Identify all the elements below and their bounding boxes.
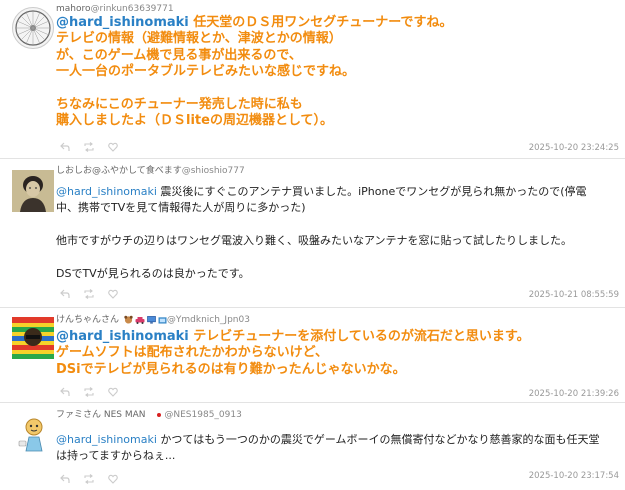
vintage-portrait-photo (12, 170, 54, 212)
post-text: @hard_ishinomaki テレビチューナーを添付しているのが流石だと思い… (56, 329, 530, 377)
mention-link[interactable]: @hard_ishinomaki (56, 433, 157, 446)
post-header: しおしお@ふやかして食べます@shioshio777 (56, 163, 245, 176)
post-text: @hard_ishinomaki 任天堂のＤＳ用ワンセグチューナーですね。 テレ… (56, 15, 453, 129)
author-name[interactable]: mahoro (56, 4, 91, 14)
striped-character-avatar (12, 317, 54, 359)
author-handle[interactable]: @NES1985_0913 (164, 410, 241, 420)
dog-emoji-icon (124, 315, 133, 324)
author-handle[interactable]: @shioshio777 (182, 166, 245, 176)
mention-link[interactable]: @hard_ishinomaki (56, 329, 189, 344)
reply-post-4: ファミさん NES MAN @NES1985_0913 @hard_ishino… (0, 403, 625, 490)
japan-flag-icon (154, 410, 165, 419)
timestamp[interactable]: 2025-10-20 23:17:54 (529, 471, 619, 481)
retweet-icon[interactable] (84, 142, 94, 152)
post-actions (60, 474, 118, 484)
mention-link[interactable]: @hard_ishinomaki (56, 185, 157, 198)
reply-post-2: しおしお@ふやかして食べます@shioshio777 @hard_ishinom… (0, 159, 625, 303)
reply-feed: mahoro@rinkun63639771 @hard_ishinomaki 任… (0, 0, 625, 490)
retweet-icon[interactable] (84, 474, 94, 484)
post-header: ファミさん NES MAN @NES1985_0913 (56, 407, 242, 420)
timestamp[interactable]: 2025-10-20 23:24:25 (529, 143, 619, 153)
avatar[interactable] (12, 413, 54, 455)
reply-icon[interactable] (60, 142, 70, 152)
post-actions (60, 387, 118, 397)
post-header: mahoro@rinkun63639771 (56, 4, 174, 14)
car-emoji-icon (135, 316, 145, 324)
like-icon[interactable] (108, 289, 118, 299)
post-actions (60, 289, 118, 299)
author-name[interactable]: しおしお@ふやかして食べます (56, 166, 182, 176)
author-name[interactable]: けんちゃんさん (56, 315, 119, 325)
monitor-emoji-icon (147, 315, 156, 324)
timestamp[interactable]: 2025-10-20 21:39:26 (529, 389, 619, 399)
reply-icon[interactable] (60, 289, 70, 299)
tv-emoji-icon (158, 316, 167, 324)
avatar[interactable] (12, 170, 54, 212)
cartoon-character-avatar (12, 413, 54, 455)
author-handle[interactable]: @Ymdknich_Jpn03 (167, 315, 250, 325)
like-icon[interactable] (108, 142, 118, 152)
reply-icon[interactable] (60, 474, 70, 484)
reply-post-1: mahoro@rinkun63639771 @hard_ishinomaki 任… (0, 0, 625, 156)
author-handle[interactable]: @rinkun63639771 (91, 4, 174, 14)
retweet-icon[interactable] (84, 387, 94, 397)
post-text: @hard_ishinomaki 震災後にすぐこのアンテナ買いました。iPhon… (56, 185, 587, 280)
post-text: @hard_ishinomaki かつてはもう一つのかの震災でゲームボーイの無償… (56, 433, 600, 463)
reply-post-3: けんちゃんさん @Ymdknich_Jpn03 @hard_ishinomaki… (0, 308, 625, 400)
mention-link[interactable]: @hard_ishinomaki (56, 15, 189, 30)
post-actions (60, 142, 118, 152)
retweet-icon[interactable] (84, 289, 94, 299)
avatar[interactable] (12, 317, 54, 359)
reply-icon[interactable] (60, 387, 70, 397)
avatar[interactable] (12, 7, 54, 49)
bicycle-wheel-icon (15, 10, 51, 46)
author-name[interactable]: ファミさん NES MAN (56, 410, 146, 420)
like-icon[interactable] (108, 387, 118, 397)
post-header: けんちゃんさん @Ymdknich_Jpn03 (56, 312, 250, 325)
timestamp[interactable]: 2025-10-21 08:55:59 (529, 290, 619, 300)
like-icon[interactable] (108, 474, 118, 484)
